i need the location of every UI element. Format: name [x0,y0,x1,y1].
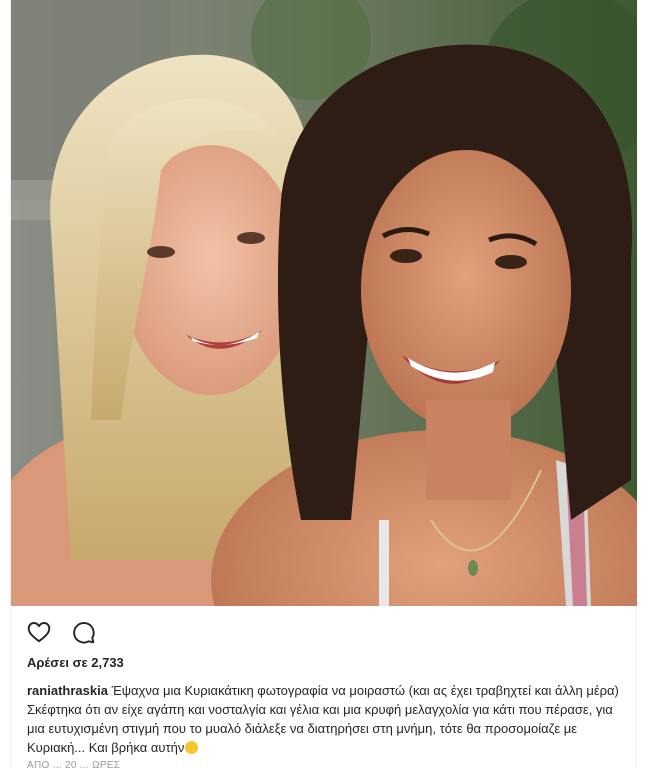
post-caption: raniathraskia Έψαχνα μια Κυριακάτικη φωτ… [27,681,625,757]
comment-icon[interactable] [69,618,97,646]
caption-text: Έψαχνα μια Κυριακάτικη φωτογραφία να μοι… [27,683,619,755]
post-actions [25,618,97,646]
post-timestamp: ΑΠΟ ... 20 ... ΩΡΕΣ [27,760,121,768]
caption-username[interactable]: raniathraskia [27,683,108,698]
heart-icon[interactable] [25,618,53,646]
post-photo-image [11,0,637,606]
post-photo[interactable] [11,0,637,606]
instagram-post: Αρέσει σε 2,733 raniathraskia Έψαχνα μια… [10,0,637,768]
sun-emoji-icon [185,741,199,754]
likes-count[interactable]: Αρέσει σε 2,733 [27,655,124,670]
